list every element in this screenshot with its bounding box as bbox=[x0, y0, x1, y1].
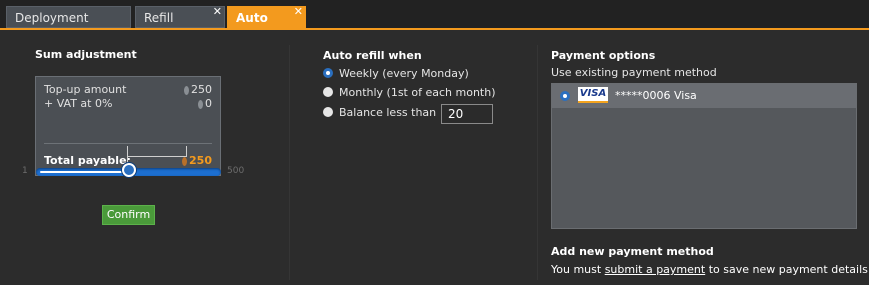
total-value: 250 bbox=[189, 154, 212, 167]
add-text-after: to save new payment details bbox=[705, 263, 868, 276]
radio-checked-icon[interactable] bbox=[323, 68, 333, 78]
amount-slider[interactable] bbox=[36, 163, 221, 177]
topup-label: Top-up amount bbox=[44, 83, 127, 96]
total-label: Total payable: bbox=[44, 154, 131, 167]
option-label: Balance less than bbox=[339, 106, 437, 119]
slider-handle[interactable] bbox=[122, 163, 136, 177]
slider-max-label: 500 bbox=[227, 166, 245, 176]
slider-fill bbox=[40, 171, 129, 173]
tab-deployment-manager[interactable]: Deployment manager bbox=[6, 6, 131, 47]
vat-row: + VAT at 0% 0 bbox=[44, 97, 212, 110]
vat-label: + VAT at 0% bbox=[44, 97, 113, 110]
option-label: Monthly (1st of each month) bbox=[339, 86, 496, 99]
auto-refill-title: Auto refill when bbox=[323, 49, 422, 62]
radio-checked-icon[interactable] bbox=[560, 91, 570, 101]
payment-subtitle: Use existing payment method bbox=[551, 66, 717, 79]
column-divider bbox=[537, 45, 538, 280]
payment-methods-list: VISA *****0006 Visa bbox=[551, 83, 857, 229]
balance-threshold-input[interactable] bbox=[441, 104, 493, 124]
tab-auto-refill[interactable]: Auto refill ✕ bbox=[227, 5, 306, 47]
add-payment-text: You must submit a payment to save new pa… bbox=[551, 263, 868, 276]
slider-connector bbox=[127, 146, 187, 157]
tab-refill-balance[interactable]: Refill balance ✕ bbox=[135, 5, 225, 47]
option-monthly[interactable]: Monthly (1st of each month) bbox=[323, 86, 496, 99]
add-payment-title: Add new payment method bbox=[551, 245, 714, 258]
visa-card-icon: VISA bbox=[578, 87, 608, 103]
radio-icon[interactable] bbox=[323, 107, 333, 117]
option-balance[interactable]: Balance less than bbox=[323, 106, 451, 119]
topup-value: 250 bbox=[191, 83, 212, 96]
coin-icon bbox=[184, 85, 189, 95]
summary-box: Top-up amount 250 + VAT at 0% 0 Total pa… bbox=[35, 76, 221, 176]
add-text-before: You must bbox=[551, 263, 605, 276]
tab-bar: Deployment manager Refill balance ✕ Auto… bbox=[0, 0, 869, 47]
coin-icon bbox=[198, 99, 203, 109]
confirm-button[interactable]: Confirm bbox=[102, 205, 155, 225]
card-label: *****0006 Visa bbox=[615, 89, 697, 102]
vat-value: 0 bbox=[205, 97, 212, 110]
close-icon[interactable]: ✕ bbox=[294, 1, 303, 23]
close-icon[interactable]: ✕ bbox=[213, 1, 222, 23]
option-label: Weekly (every Monday) bbox=[339, 67, 469, 80]
submit-payment-link[interactable]: submit a payment bbox=[605, 263, 706, 276]
column-divider bbox=[289, 45, 290, 280]
payment-options-title: Payment options bbox=[551, 49, 656, 62]
summary-divider bbox=[44, 143, 212, 144]
payment-method-row[interactable]: VISA *****0006 Visa bbox=[552, 84, 856, 108]
auto-refill-panel: Sum adjustment Top-up amount 250 + VAT a… bbox=[0, 30, 869, 285]
topup-row: Top-up amount 250 bbox=[44, 83, 212, 96]
coin-icon bbox=[182, 156, 188, 166]
option-weekly[interactable]: Weekly (every Monday) bbox=[323, 67, 469, 80]
radio-icon[interactable] bbox=[323, 87, 333, 97]
sum-adjustment-title: Sum adjustment bbox=[35, 48, 137, 61]
slider-min-label: 1 bbox=[22, 166, 28, 176]
